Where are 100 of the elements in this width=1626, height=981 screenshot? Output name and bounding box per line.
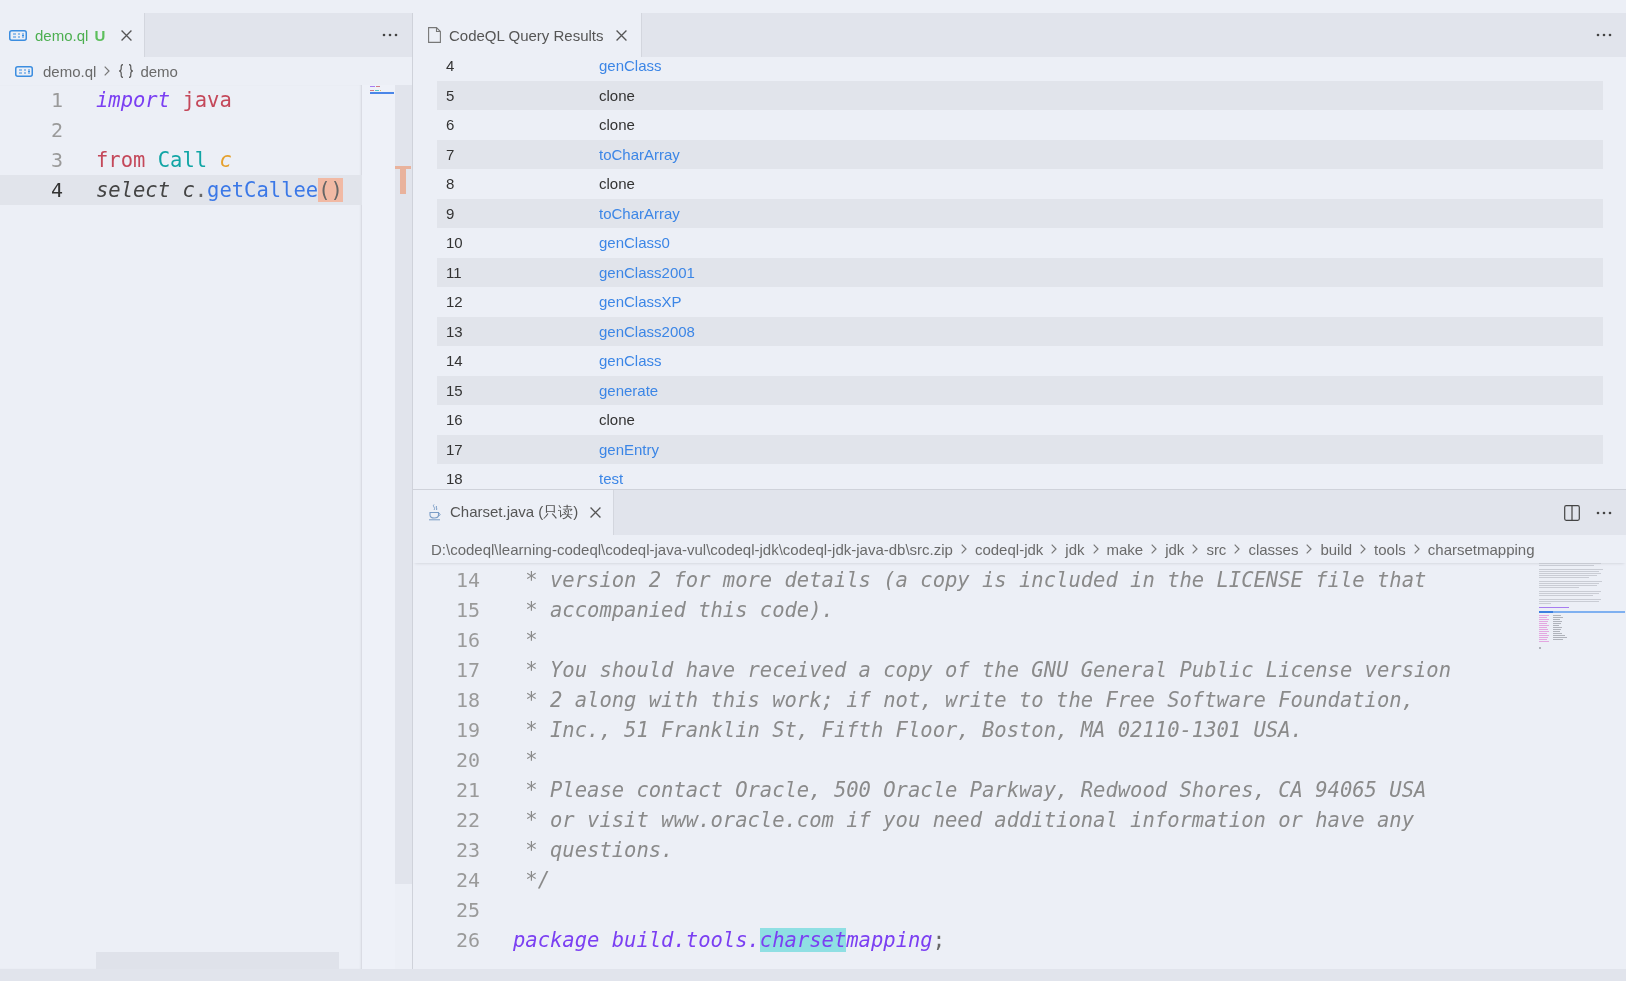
code-line: import java <box>96 88 232 112</box>
row-number: 15 <box>445 381 464 399</box>
chevron-icon <box>960 544 967 554</box>
breadcrumb-item[interactable]: demo <box>118 62 178 80</box>
close-icon[interactable] <box>615 29 627 41</box>
code-line: * version 2 for more details (a copy is included in the LICENSE file that <box>524 568 1427 592</box>
chevron-icon <box>1360 544 1367 554</box>
code-line: * Please contact Oracle, 500 Oracle Parkway, Redwood Shores, CA 94065 USA <box>524 778 1427 802</box>
editor-tab[interactable]: CodeQL Query Results <box>413 13 642 57</box>
file-type-icon <box>9 29 27 41</box>
result-link[interactable]: toCharArray <box>599 145 680 163</box>
result-cell: clone <box>599 116 635 134</box>
row-number: 13 <box>445 322 464 340</box>
line-number: 26 <box>454 928 480 952</box>
more-icon[interactable] <box>382 33 398 37</box>
result-link[interactable]: genClass <box>599 352 662 370</box>
line-number: 2 <box>49 118 63 142</box>
code-line: * 2 along with this work; if not, write to the Free Software Foundation, <box>524 688 1414 712</box>
code-line: from Call c <box>96 148 232 172</box>
chevron-icon <box>1413 544 1420 554</box>
line-number: 4 <box>49 178 63 202</box>
line-number: 3 <box>49 148 63 172</box>
line-number: 19 <box>454 718 480 742</box>
result-cell: clone <box>599 411 635 429</box>
line-number: 18 <box>454 688 480 712</box>
row-number: 4 <box>445 57 456 75</box>
result-link[interactable]: test <box>599 470 624 488</box>
editor-tab[interactable]: demo.ql U <box>0 13 146 57</box>
result-link[interactable]: generate <box>599 381 659 399</box>
chevron-icon <box>1306 544 1313 554</box>
line-number: 1 <box>49 88 63 112</box>
line-number: 14 <box>454 568 480 592</box>
row-number: 18 <box>445 470 464 488</box>
row-number: 7 <box>445 145 456 163</box>
code-line: * Inc., 51 Franklin St, Fifth Floor, Boston, MA 02110-1301 USA. <box>524 718 1303 742</box>
line-number: 15 <box>454 598 480 622</box>
code-line: select c.getCallee() <box>96 178 343 202</box>
breadcrumb-item[interactable]: jdk <box>1165 540 1185 558</box>
bracket-marker-icon <box>395 166 411 194</box>
code-line: * accompanied this code). <box>524 598 834 622</box>
line-number: 23 <box>454 838 480 862</box>
breadcrumb-item[interactable]: src <box>1206 540 1227 558</box>
breadcrumb-item[interactable]: classes <box>1248 540 1299 558</box>
close-icon[interactable] <box>121 29 133 41</box>
more-icon[interactable] <box>1596 33 1612 37</box>
code-line: * or visit www.oracle.com if you need additional information or have any <box>524 808 1414 832</box>
result-link[interactable]: genEntry <box>599 440 660 458</box>
breadcrumb-item[interactable]: tools <box>1374 540 1406 558</box>
file-icon <box>428 27 441 43</box>
scrollbar-thumb[interactable] <box>395 85 412 884</box>
row-number: 12 <box>445 293 464 311</box>
row-number: 14 <box>445 352 464 370</box>
line-number: 24 <box>454 868 480 892</box>
code-line: * <box>524 628 538 652</box>
chevron-icon <box>104 66 111 76</box>
line-number: 17 <box>454 658 480 682</box>
row-number: 6 <box>445 116 456 134</box>
file-status: U <box>94 26 106 44</box>
editor-tab[interactable]: Charset.java (只读) <box>413 490 615 535</box>
line-number: 20 <box>454 748 480 772</box>
row-number: 8 <box>445 175 456 193</box>
result-link[interactable]: genClass2001 <box>599 263 695 281</box>
line-number: 22 <box>454 808 480 832</box>
close-icon[interactable] <box>590 507 602 518</box>
result-link[interactable]: genClassXP <box>599 293 682 311</box>
breadcrumb-item[interactable]: D:\codeql\learning-codeql\codeql-java-vul\codeql-jdk\codeql-jdk-java-db\src.zip <box>431 540 953 558</box>
chevron-icon <box>1151 544 1158 554</box>
chevron-icon <box>1092 544 1099 554</box>
breadcrumb-item[interactable]: codeql-jdk <box>974 540 1044 558</box>
breadcrumb-item[interactable]: make <box>1106 540 1144 558</box>
row-number: 10 <box>445 234 464 252</box>
chevron-icon <box>1192 544 1199 554</box>
line-number: 21 <box>454 778 480 802</box>
breadcrumb-item[interactable]: build <box>1320 540 1353 558</box>
code-line: */ <box>524 868 551 892</box>
minimap[interactable] <box>370 86 394 94</box>
result-link[interactable]: toCharArray <box>599 204 680 222</box>
result-link[interactable]: genClass <box>599 57 662 75</box>
row-number: 5 <box>445 86 456 104</box>
row-number: 17 <box>445 440 464 458</box>
braces-icon <box>118 64 135 78</box>
split-editor-icon[interactable] <box>1564 504 1580 521</box>
file-type-icon <box>15 65 33 77</box>
line-number: 16 <box>454 628 480 652</box>
result-link[interactable]: genClass0 <box>599 234 670 252</box>
chevron-icon <box>1051 544 1058 554</box>
breadcrumb-item[interactable]: jdk <box>1065 540 1085 558</box>
line-number: 25 <box>454 898 480 922</box>
code-line: * questions. <box>524 838 674 862</box>
breadcrumb-item[interactable]: demo.ql <box>15 62 97 80</box>
row-number: 11 <box>445 263 463 281</box>
result-link[interactable]: genClass2008 <box>599 322 695 340</box>
breadcrumb-item[interactable]: charsetmapping <box>1427 540 1535 558</box>
cup-icon <box>428 504 442 521</box>
result-cell: clone <box>599 175 635 193</box>
code-line: * <box>524 748 538 772</box>
more-icon[interactable] <box>1596 510 1612 515</box>
row-number: 16 <box>445 411 464 429</box>
row-number: 9 <box>445 204 456 222</box>
chevron-icon <box>1234 544 1241 554</box>
